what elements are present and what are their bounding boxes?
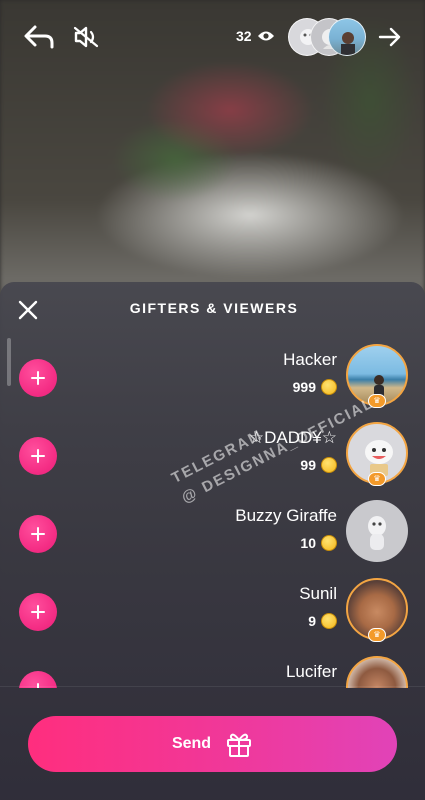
avatar[interactable]	[346, 656, 408, 688]
user-name: Sunil	[299, 584, 337, 603]
eye-icon	[257, 31, 274, 41]
plus-icon	[31, 605, 45, 619]
back-arrow-icon[interactable]	[22, 20, 56, 54]
plus-icon	[31, 527, 45, 541]
coin-count: 99	[300, 457, 337, 473]
list-item[interactable]: Lucifer	[0, 654, 425, 688]
list-item[interactable]: Buzzy Giraffe 10	[0, 498, 425, 576]
avatar[interactable]	[346, 500, 408, 562]
send-gift-button[interactable]: Send	[28, 716, 397, 772]
send-label: Send	[171, 735, 212, 752]
add-friend-button[interactable]	[19, 437, 57, 475]
divider	[0, 686, 425, 687]
user-name: Lucifer	[285, 662, 337, 681]
user-name: Buzzy Giraffe	[235, 506, 337, 525]
coin-count: 9	[308, 613, 337, 629]
forward-arrow-icon[interactable]	[375, 20, 405, 54]
coin-value: 999	[292, 379, 316, 395]
viewer-count-value: 32	[236, 28, 252, 44]
gift-icon	[227, 733, 252, 757]
coin-icon	[321, 457, 337, 473]
level-badge: ♛	[368, 628, 386, 642]
mute-speaker-icon[interactable]	[70, 20, 104, 54]
coin-icon	[321, 535, 337, 551]
coin-value: 10	[300, 535, 316, 551]
plus-icon	[31, 371, 45, 385]
add-friend-button[interactable]	[19, 593, 57, 631]
coin-icon	[321, 613, 337, 629]
viewer-count: 32	[236, 28, 275, 44]
add-friend-button[interactable]	[19, 359, 57, 397]
coin-value: 99	[300, 457, 316, 473]
list-item[interactable]: Sunil 9 ♛	[0, 576, 425, 654]
top-bar: 32	[0, 18, 425, 58]
coin-count: 10	[300, 535, 337, 551]
user-name: Hacker	[283, 350, 337, 369]
close-icon[interactable]	[16, 298, 40, 322]
plus-icon	[31, 449, 45, 463]
add-friend-button[interactable]	[19, 515, 57, 553]
coin-value: 9	[308, 613, 316, 629]
level-badge: ♛	[368, 472, 386, 486]
viewer-avatars[interactable]	[288, 18, 366, 56]
panel-title: GIFTERS & VIEWERS	[129, 300, 299, 316]
panel-header: GIFTERS & VIEWERS	[0, 282, 425, 334]
viewer-avatar	[328, 18, 366, 56]
